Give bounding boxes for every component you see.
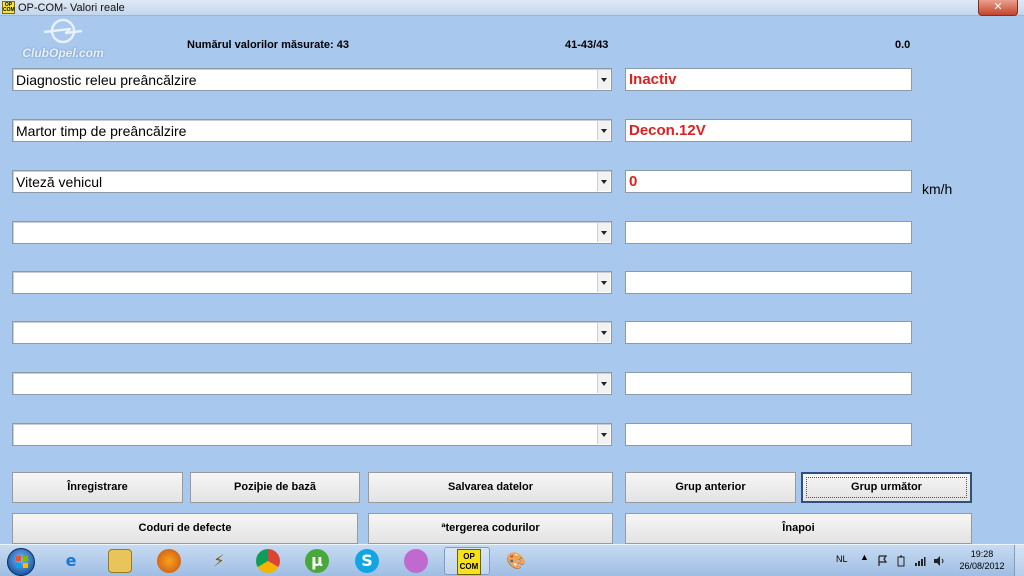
action-center-flag-icon[interactable] xyxy=(878,554,888,566)
volume-icon[interactable] xyxy=(933,554,944,566)
clock-date: 26/08/2012 xyxy=(959,561,1005,571)
parameter-select-5[interactable] xyxy=(12,271,612,294)
clock-time: 19:28 xyxy=(970,549,994,559)
value-field-4 xyxy=(625,221,912,244)
taskbar-tool[interactable]: ⚡ xyxy=(196,547,242,575)
parameter-select-7[interactable] xyxy=(12,372,612,395)
value-field-8 xyxy=(625,423,912,446)
range-label: 41-43/43 xyxy=(565,39,609,51)
language-indicator[interactable]: NL xyxy=(836,554,848,565)
opcom-icon: OP COM xyxy=(457,549,481,575)
record-button[interactable]: Înregistrare xyxy=(12,472,183,503)
firefox-icon xyxy=(157,549,181,573)
start-button[interactable] xyxy=(3,547,39,576)
taskbar-chrome[interactable] xyxy=(245,547,291,575)
internet-explorer-icon: e xyxy=(65,551,77,570)
battery-icon[interactable] xyxy=(897,554,907,567)
measured-count-label: Numărul valorilor măsurate: 43 xyxy=(187,39,350,51)
taskbar: e ⚡ µ S OP COM 🎨 NL ▲ 19:28 26/08/2012 xyxy=(0,544,1024,576)
parameter-select-4[interactable] xyxy=(12,221,612,244)
fault-codes-button[interactable]: Coduri de defecte xyxy=(12,513,358,544)
taskbar-file-explorer[interactable] xyxy=(97,547,143,575)
parameter-select-text: Viteză vehicul xyxy=(16,174,103,190)
previous-group-button[interactable]: Grup anterior xyxy=(625,472,796,503)
dropdown-arrow-icon[interactable] xyxy=(597,223,610,242)
value-field-1: Inactiv xyxy=(625,68,912,91)
value-field-6 xyxy=(625,321,912,344)
chrome-icon xyxy=(256,549,280,573)
base-position-button[interactable]: Poziþie de bazã xyxy=(190,472,360,503)
dropdown-arrow-icon[interactable] xyxy=(597,425,610,444)
opcom-app-icon: OP COM xyxy=(2,1,15,14)
taskbar-firefox[interactable] xyxy=(146,547,192,575)
show-desktop-button[interactable] xyxy=(1014,545,1024,576)
header-value: 0.0 xyxy=(895,39,911,51)
taskbar-opcom[interactable]: OP COM xyxy=(444,547,490,575)
dropdown-arrow-icon[interactable] xyxy=(597,172,610,191)
parameter-select-1[interactable]: Diagnostic releu preâncălzire xyxy=(12,68,612,91)
file-explorer-icon xyxy=(108,549,132,573)
utorrent-icon: µ xyxy=(305,549,329,573)
taskbar-palette[interactable]: 🎨 xyxy=(493,547,539,575)
clear-codes-button[interactable]: ªtergerea codurilor xyxy=(368,513,613,544)
value-field-7 xyxy=(625,372,912,395)
dropdown-arrow-icon[interactable] xyxy=(597,323,610,342)
logo-text: ClubOpel.com xyxy=(22,46,104,60)
paint-icon xyxy=(404,549,428,573)
dropdown-arrow-icon[interactable] xyxy=(597,273,610,292)
clubopel-logo: ClubOpel.com xyxy=(14,18,112,62)
dropdown-arrow-icon[interactable] xyxy=(597,70,610,89)
show-hidden-icons-icon[interactable]: ▲ xyxy=(860,552,869,563)
unit-label: km/h xyxy=(922,181,953,197)
value-text: 0 xyxy=(629,173,638,190)
dropdown-arrow-icon[interactable] xyxy=(597,374,610,393)
parameter-select-text: Diagnostic releu preâncălzire xyxy=(16,72,197,88)
opel-logo-icon xyxy=(43,18,83,44)
value-text: Decon.12V xyxy=(629,122,706,139)
taskbar-utorrent[interactable]: µ xyxy=(294,547,340,575)
parameter-select-2[interactable]: Martor timp de preâncălzire xyxy=(12,119,612,142)
taskbar-skype[interactable]: S xyxy=(344,547,390,575)
value-text: Inactiv xyxy=(629,71,677,88)
parameter-select-6[interactable] xyxy=(12,321,612,344)
next-group-button[interactable]: Grup următor xyxy=(801,472,972,503)
taskbar-paint[interactable] xyxy=(393,547,439,575)
back-button[interactable]: Înapoi xyxy=(625,513,972,544)
clock[interactable]: 19:28 26/08/2012 xyxy=(952,548,1012,572)
network-signal-icon[interactable] xyxy=(914,554,926,566)
value-field-2: Decon.12V xyxy=(625,119,912,142)
skype-icon: S xyxy=(355,549,379,573)
parameter-select-3[interactable]: Viteză vehicul xyxy=(12,170,612,193)
parameter-select-8[interactable] xyxy=(12,423,612,446)
title-bar: OP COM OP-COM- Valori reale ✕ xyxy=(0,0,1024,16)
dropdown-arrow-icon[interactable] xyxy=(597,121,610,140)
tool-icon: ⚡ xyxy=(213,551,225,570)
value-field-3: 0 xyxy=(625,170,912,193)
value-field-5 xyxy=(625,271,912,294)
parameter-select-text: Martor timp de preâncălzire xyxy=(16,123,187,139)
palette-icon: 🎨 xyxy=(506,551,526,570)
close-button[interactable]: ✕ xyxy=(978,0,1018,16)
start-icon xyxy=(7,548,35,576)
taskbar-internet-explorer[interactable]: e xyxy=(48,547,94,575)
window-title: OP-COM- Valori reale xyxy=(18,2,125,14)
save-data-button[interactable]: Salvarea datelor xyxy=(368,472,613,503)
